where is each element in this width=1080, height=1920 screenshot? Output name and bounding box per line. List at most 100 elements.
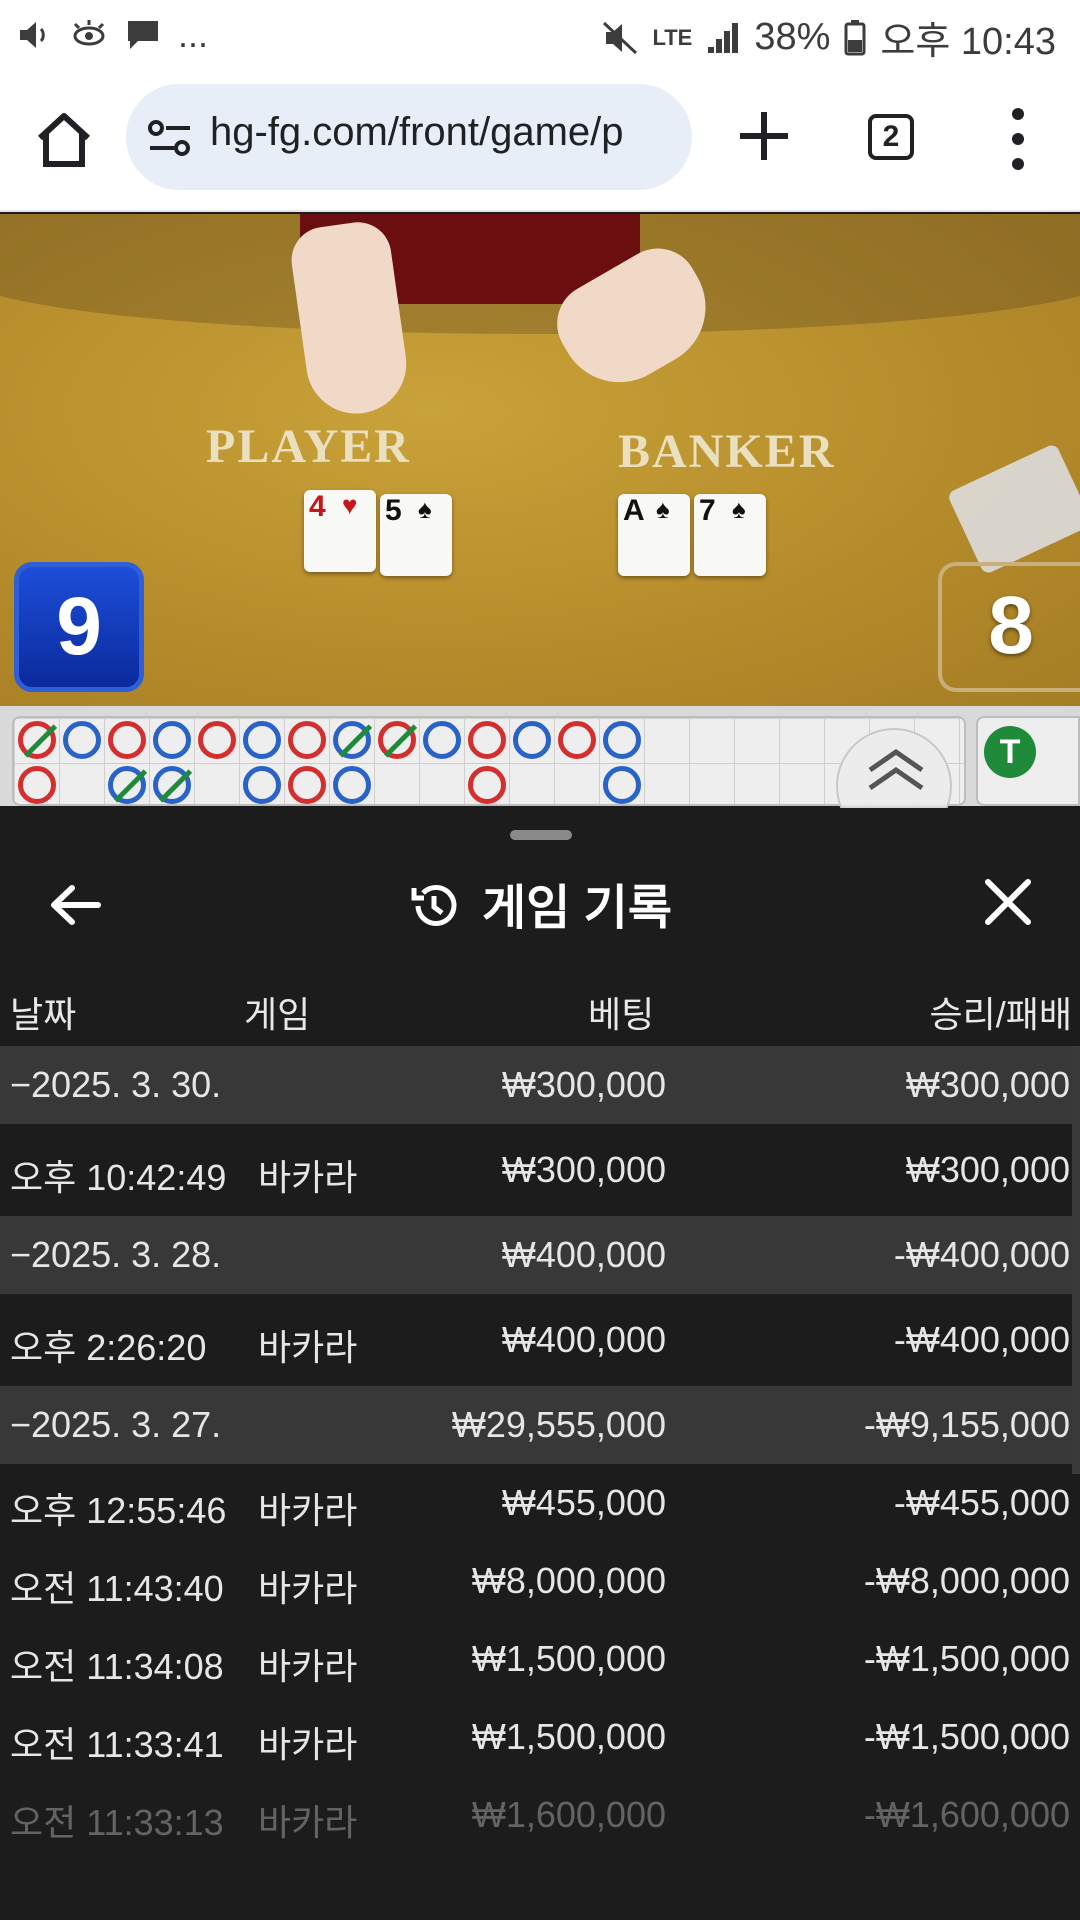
tie-badge: T <box>984 726 1036 778</box>
history-win-loss: -₩1,500,000 <box>863 1716 1070 1757</box>
player-bead <box>108 766 148 804</box>
history-entry-row[interactable]: 오전 11:33:41 바카라 ₩1,500,000 -₩1,500,000 <box>0 1698 1072 1776</box>
history-bet: ₩400,000 <box>501 1319 666 1360</box>
history-game: 바카라 <box>258 1157 358 1198</box>
history-win-loss: -₩400,000 <box>893 1234 1070 1275</box>
history-list[interactable]: −2025. 3. 30. ₩300,000 ₩300,000 오후 10:42:49… <box>0 1046 1072 1854</box>
history-entry-row[interactable]: 오후 10:42:49 바카라 ₩300,000 ₩300,000 <box>0 1124 1072 1216</box>
banker-bead <box>198 721 236 759</box>
address-bar[interactable]: hg-fg.com/front/game/p <box>126 84 692 190</box>
status-right: LTE 38% 오후 10:43 <box>602 10 1056 65</box>
game-history-sheet: 게임 기록 날짜 게임 베팅 승리/패배 −2025. 3. 30. ₩300,0… <box>0 808 1080 1920</box>
banker-bead <box>288 721 326 759</box>
tie-slash-mark <box>158 769 193 803</box>
history-game: 바카라 <box>258 1327 358 1368</box>
column-date: 날짜 <box>10 994 77 1035</box>
close-icon[interactable] <box>980 874 1036 930</box>
player-score-badge: 9 <box>14 562 144 692</box>
banker-card-2: 7 ♠ <box>694 494 766 576</box>
history-entry-row[interactable]: 오전 11:34:08 바카라 ₩1,500,000 -₩1,500,000 <box>0 1620 1072 1698</box>
history-date-row[interactable]: −2025. 3. 27. ₩29,555,000 -₩9,155,000 <box>0 1386 1072 1464</box>
player-card-2: 5 ♠ <box>380 494 452 576</box>
history-date-row[interactable]: −2025. 3. 30. ₩300,000 ₩300,000 <box>0 1046 1072 1124</box>
history-date-row[interactable]: −2025. 3. 28. ₩400,000 -₩400,000 <box>0 1216 1072 1294</box>
history-bet: ₩8,000,000 <box>471 1560 666 1601</box>
history-game: 바카라 <box>258 1490 358 1531</box>
history-time: 오전 11:34:08 <box>10 1646 224 1687</box>
status-overflow: ... <box>178 14 209 55</box>
column-bet: 베팅 <box>588 994 655 1035</box>
clock: 오후 10:43 <box>880 21 1056 63</box>
history-time: −2025. 3. 27. <box>10 1404 222 1445</box>
history-time: 오후 10:42:49 <box>10 1157 227 1198</box>
banker-label: BANKER <box>618 425 836 478</box>
banker-bead <box>18 721 58 759</box>
banker-bead <box>288 766 326 804</box>
player-bead <box>513 721 551 759</box>
history-bet: ₩1,500,000 <box>471 1638 666 1679</box>
column-game: 게임 <box>244 994 311 1035</box>
home-icon[interactable] <box>32 108 96 172</box>
history-win-loss: -₩455,000 <box>893 1482 1070 1523</box>
banker-bead <box>468 721 506 759</box>
history-bet: ₩300,000 <box>501 1149 666 1190</box>
bead-road[interactable] <box>12 716 966 849</box>
history-win-loss: -₩400,000 <box>893 1319 1070 1360</box>
history-win-loss: -₩9,155,000 <box>863 1404 1070 1445</box>
player-bead <box>153 766 193 804</box>
volume-icon <box>20 22 45 48</box>
history-bet: ₩1,500,000 <box>471 1716 666 1757</box>
history-entry-row[interactable]: 오후 12:55:46 바카라 ₩455,000 -₩455,000 <box>0 1464 1072 1542</box>
card-shoe <box>946 442 1080 576</box>
history-time: 오전 11:33:13 <box>10 1802 224 1843</box>
player-bead <box>603 721 641 759</box>
column-win-loss: 승리/패배 <box>929 994 1072 1035</box>
side-road[interactable]: T <box>976 716 1080 806</box>
battery-icon <box>844 19 866 55</box>
sheet-drag-handle[interactable] <box>510 830 572 840</box>
banker-score-badge: 8 <box>938 562 1080 692</box>
history-entry-row[interactable]: 오전 11:33:13 바카라 ₩1,600,000 -₩1,600,000 <box>0 1776 1072 1854</box>
history-bet: ₩1,600,000 <box>471 1794 666 1835</box>
network-type: LTE <box>652 24 693 50</box>
history-game: 바카라 <box>258 1802 358 1843</box>
status-bar: ... LTE 38% 오후 10:43 <box>0 0 1080 70</box>
history-entry-row[interactable]: 오전 11:43:40 바카라 ₩8,000,000 -₩8,000,000 <box>0 1542 1072 1620</box>
history-bet: ₩400,000 <box>501 1234 666 1275</box>
player-bead <box>243 766 281 804</box>
history-entry-row[interactable]: 오후 2:26:20 바카라 ₩400,000 -₩400,000 <box>0 1294 1072 1386</box>
new-tab-icon[interactable] <box>734 106 794 166</box>
history-game: 바카라 <box>258 1568 358 1609</box>
site-settings-icon[interactable] <box>146 114 194 162</box>
history-column-headers: 날짜 게임 베팅 승리/패배 <box>0 986 1080 1038</box>
tie-slash-mark <box>383 724 418 758</box>
tab-switcher-button[interactable]: 2 <box>868 114 914 160</box>
history-time: 오전 11:43:40 <box>10 1568 224 1609</box>
banker-bead <box>468 766 506 804</box>
tie-slash-mark <box>338 724 373 758</box>
tie-slash-mark <box>23 724 58 758</box>
player-bead <box>333 721 373 759</box>
player-bead <box>243 721 281 759</box>
history-time: −2025. 3. 28. <box>10 1234 222 1275</box>
player-bead <box>333 766 371 804</box>
player-bead <box>153 721 191 759</box>
message-icon <box>128 21 158 49</box>
player-card-1: 4 ♥ <box>304 490 376 572</box>
history-bet: ₩455,000 <box>501 1482 666 1523</box>
history-win-loss: -₩8,000,000 <box>863 1560 1070 1601</box>
sheet-title-text: 게임 기록 <box>482 882 672 935</box>
history-win-loss: ₩300,000 <box>905 1064 1070 1105</box>
mute-icon <box>603 21 638 54</box>
chevron-up-icon <box>868 748 924 791</box>
url-text[interactable]: hg-fg.com/front/game/p <box>210 110 680 155</box>
history-win-loss: -₩1,600,000 <box>863 1794 1070 1835</box>
player-bead <box>423 721 461 759</box>
history-scrollbar[interactable] <box>1072 1046 1080 1474</box>
live-game-video: PLAYER BANKER 4 ♥ 5 ♠ A ♠ 7 ♠ 9 8 <box>0 214 1080 706</box>
sheet-title: 게임 기록 <box>0 868 1080 938</box>
status-left: ... <box>18 14 208 56</box>
history-win-loss: -₩1,500,000 <box>863 1638 1070 1679</box>
more-menu-icon[interactable] <box>1006 104 1030 174</box>
banker-bead <box>108 721 146 759</box>
